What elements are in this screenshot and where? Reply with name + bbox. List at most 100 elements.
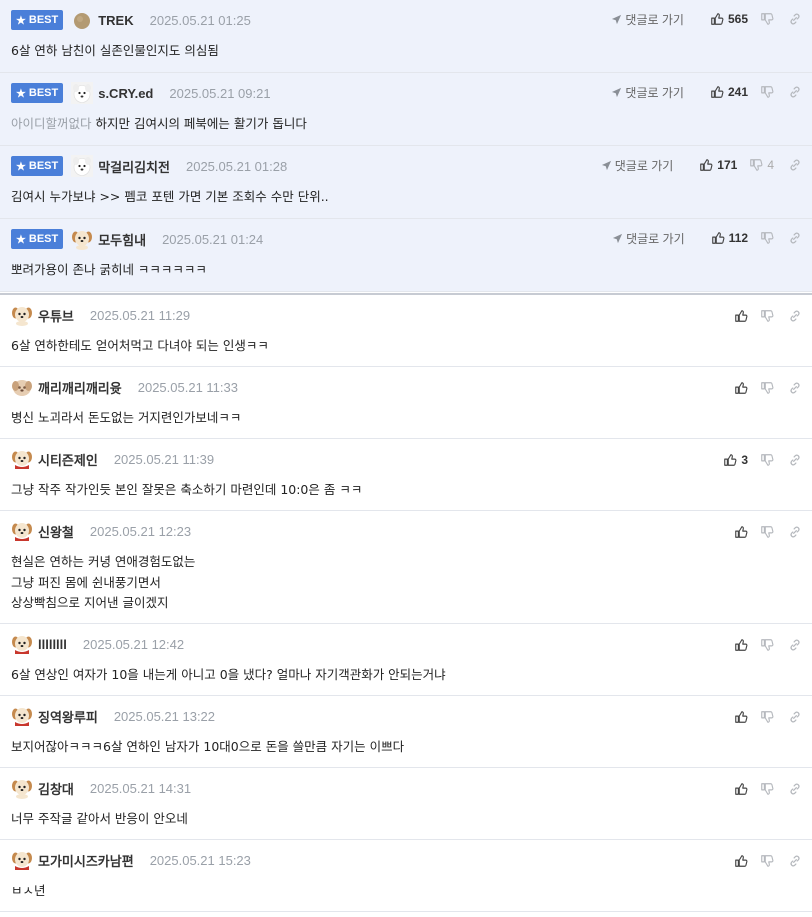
downvote-button[interactable]	[760, 85, 774, 99]
thumbs-up-icon	[723, 453, 737, 467]
upvote-button[interactable]	[734, 381, 748, 395]
comment-text: 너무 주작글 같아서 반응이 안오네	[11, 809, 188, 830]
nickname[interactable]: 깨리깨리깨리윳	[38, 378, 122, 397]
comment-meta: 모가미시즈카남편 2025.05.21 15:23	[11, 849, 251, 871]
share-link-button[interactable]	[788, 12, 802, 26]
comment-text-muted: 아이디할꺼없다	[11, 116, 92, 131]
share-link-button[interactable]	[788, 453, 802, 467]
nickname[interactable]: 신왕철	[38, 522, 74, 541]
downvote-button[interactable]	[760, 231, 774, 245]
upvote-button[interactable]: 112	[711, 231, 748, 245]
comment-date: 2025.05.21 11:33	[137, 379, 238, 395]
share-link-button[interactable]	[788, 381, 802, 395]
goto-comment-link[interactable]: 댓글로 가기	[611, 84, 684, 101]
upvote-button[interactable]	[734, 782, 748, 796]
upvote-button[interactable]	[734, 309, 748, 323]
link-icon	[788, 12, 802, 26]
comment-item: llllllll 2025.05.21 12:42 6살 연상인 여자가 10을 내…	[0, 624, 812, 696]
nickname[interactable]: 모가미시즈카남편	[38, 851, 134, 870]
thumbs-down-icon	[760, 453, 774, 467]
upvote-button[interactable]: 241	[710, 85, 748, 99]
downvote-button[interactable]	[760, 638, 774, 652]
share-link-button[interactable]	[788, 782, 802, 796]
link-icon	[788, 309, 802, 323]
upvote-count: 171	[717, 158, 738, 172]
comment-text: 현실은 연하는 커녕 연애경험도없는 그냥 퍼진 몸에 쉰내풍기면서 상상빡침으로 …	[11, 552, 195, 614]
comment-text: 6살 연하 남친이 실존인물인지도 의심됨	[11, 41, 219, 62]
thumbs-up-icon	[734, 525, 748, 539]
nickname[interactable]: 우튜브	[38, 306, 74, 325]
link-icon	[788, 782, 802, 796]
link-icon	[788, 710, 802, 724]
best-badge: ★ BEST	[11, 83, 64, 103]
upvote-button[interactable]	[734, 710, 748, 724]
share-link-button[interactable]	[788, 85, 802, 99]
comment-date: 2025.05.21 14:31	[89, 780, 192, 796]
comment-line: 6살 연하한테도 얻어처먹고 다녀야 되는 인생ㅋㅋ	[11, 338, 269, 353]
comment-actions: 댓글로 가기 565	[611, 9, 802, 29]
thumbs-down-icon	[760, 854, 774, 868]
comment-line: ㅂㅅ년	[11, 883, 46, 898]
share-link-button[interactable]	[788, 854, 802, 868]
thumbs-up-icon	[734, 710, 748, 724]
comment-text: 그냥 작주 작가인듯 본인 잘못은 축소하기 마련인데 10:0은 좀 ㅋㅋ	[11, 480, 362, 501]
comment-date: 2025.05.21 11:39	[113, 451, 215, 467]
upvote-button[interactable]: 171	[699, 158, 737, 172]
comment-item: 징역왕루피 2025.05.21 13:22 보지어잖아ㅋㅋㅋ6살 연하인 남자가 …	[0, 696, 812, 768]
share-link-button[interactable]	[788, 158, 802, 172]
nickname[interactable]: 막걸리김치전	[98, 157, 170, 176]
comment-date: 2025.05.21 01:24	[162, 231, 264, 247]
comment-line: 6살 연상인 여자가 10을 내는게 아니고 0을 냈다? 얼마나 자기객관화가…	[11, 667, 446, 682]
share-link-button[interactable]	[788, 309, 802, 323]
nickname[interactable]: 김창대	[38, 779, 74, 798]
comment-actions: 댓글로 가기 112	[612, 228, 802, 248]
upvote-button[interactable]	[734, 525, 748, 539]
thumbs-down-icon	[760, 309, 774, 323]
comment-date: 2025.05.21 12:23	[89, 523, 192, 539]
thumbs-up-icon	[734, 854, 748, 868]
nickname[interactable]: TREK	[98, 13, 133, 28]
downvote-button[interactable]	[760, 782, 774, 796]
white-dog-avatar	[71, 155, 94, 177]
link-icon	[788, 525, 802, 539]
thumbs-up-icon	[734, 381, 748, 395]
puppy-scarf-avatar	[12, 636, 32, 654]
comment-actions	[722, 779, 802, 799]
share-link-button[interactable]	[788, 231, 802, 245]
downvote-button[interactable]	[760, 309, 774, 323]
comment-date: 2025.05.21 13:22	[113, 708, 216, 724]
comment-line: 그냥 퍼진 몸에 쉰내풍기면서	[11, 574, 161, 590]
nickname[interactable]: 시티즌제인	[38, 450, 98, 469]
comment-meta: 신왕철 2025.05.21 12:23	[11, 520, 191, 542]
thumbs-up-icon	[710, 85, 724, 99]
nickname[interactable]: 징역왕루피	[38, 707, 98, 726]
downvote-button[interactable]	[760, 525, 774, 539]
downvote-button[interactable]	[760, 453, 774, 467]
share-link-button[interactable]	[788, 638, 802, 652]
comment-text: 보지어잖아ㅋㅋㅋ6살 연하인 남자가 10대0으로 돈을 쓸만큼 자기는 이쁘다	[11, 737, 404, 758]
downvote-button[interactable]	[760, 12, 774, 26]
nickname[interactable]: s.CRY.ed	[98, 86, 153, 101]
goto-comment-link[interactable]: 댓글로 가기	[601, 157, 674, 174]
comment-text-body: 6살 연하 남친이 실존인물인지도 의심됨	[11, 43, 219, 58]
goto-comment-label: 댓글로 가기	[614, 158, 674, 173]
comment-meta: ★ BEST 모두힘내 2025.05.21 01:24	[11, 228, 263, 250]
upvote-button[interactable]	[734, 854, 748, 868]
upvote-button[interactable]: 3	[723, 453, 748, 467]
nickname[interactable]: llllllll	[38, 637, 67, 652]
downvote-button[interactable]	[760, 381, 774, 395]
downvote-button[interactable]	[760, 710, 774, 724]
goto-comment-link[interactable]: 댓글로 가기	[611, 11, 684, 28]
upvote-count: 3	[741, 453, 748, 467]
share-link-button[interactable]	[788, 710, 802, 724]
nickname[interactable]: 모두힘내	[98, 230, 146, 249]
upvote-button[interactable]: 565	[710, 12, 748, 26]
downvote-button[interactable]	[760, 854, 774, 868]
upvote-button[interactable]	[734, 638, 748, 652]
downvote-button[interactable]: 4	[749, 158, 774, 172]
comment-text: 6살 연하한테도 얻어처먹고 다녀야 되는 인생ㅋㅋ	[11, 336, 269, 357]
puppy-avatar	[12, 307, 32, 326]
share-link-button[interactable]	[788, 525, 802, 539]
goto-comment-link[interactable]: 댓글로 가기	[612, 230, 685, 247]
star-icon: ★	[16, 87, 26, 100]
